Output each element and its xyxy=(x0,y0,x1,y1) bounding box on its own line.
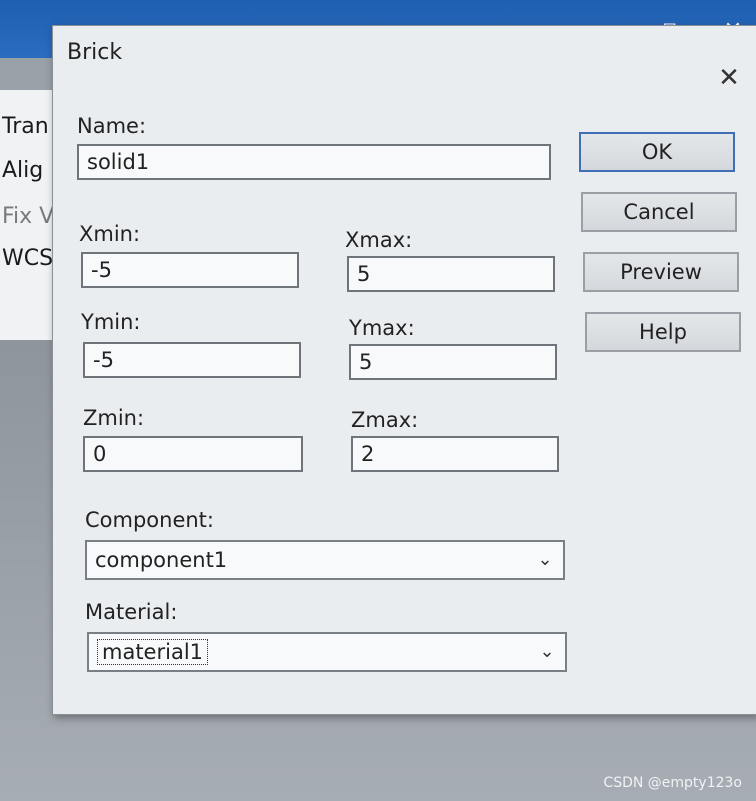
ok-button[interactable]: OK xyxy=(579,132,735,172)
panel-item-fix[interactable]: Fix V xyxy=(2,204,58,229)
dialog-title: Brick xyxy=(67,40,123,65)
panel-item-align[interactable]: Alig xyxy=(2,158,58,183)
panel-item-wcs[interactable]: WCS xyxy=(2,246,58,271)
zmax-field[interactable]: 2 xyxy=(351,436,559,472)
xmin-label: Xmin: xyxy=(79,222,141,246)
preview-button[interactable]: Preview xyxy=(583,252,739,292)
panel-item-transform[interactable]: Tran xyxy=(2,114,58,139)
ymax-label: Ymax: xyxy=(349,316,415,340)
material-value: material1 xyxy=(97,639,209,665)
chevron-down-icon[interactable]: ⌄ xyxy=(537,634,557,670)
material-select[interactable]: material1 ⌄ xyxy=(87,632,567,672)
watermark: CSDN @empty123o xyxy=(603,775,742,791)
component-select[interactable]: component1 ⌄ xyxy=(85,540,565,580)
close-icon[interactable]: ✕ xyxy=(715,64,743,92)
xmax-label: Xmax: xyxy=(345,228,413,252)
zmax-label: Zmax: xyxy=(351,408,419,432)
name-label: Name: xyxy=(77,114,147,138)
xmin-field[interactable]: -5 xyxy=(81,252,299,288)
material-label: Material: xyxy=(85,600,178,624)
name-field[interactable]: solid1 xyxy=(77,144,551,180)
brick-dialog: Brick ✕ Name: solid1 Xmin: -5 Xmax: 5 Ym… xyxy=(52,25,756,715)
zmin-label: Zmin: xyxy=(83,406,145,430)
component-value: component1 xyxy=(95,548,228,572)
xmax-field[interactable]: 5 xyxy=(347,256,555,292)
component-label: Component: xyxy=(85,508,214,532)
chevron-down-icon[interactable]: ⌄ xyxy=(535,542,555,578)
ymin-label: Ymin: xyxy=(81,310,141,334)
zmin-field[interactable]: 0 xyxy=(83,436,303,472)
cancel-button[interactable]: Cancel xyxy=(581,192,737,232)
help-button[interactable]: Help xyxy=(585,312,741,352)
ymax-field[interactable]: 5 xyxy=(349,344,557,380)
ymin-field[interactable]: -5 xyxy=(83,342,301,378)
